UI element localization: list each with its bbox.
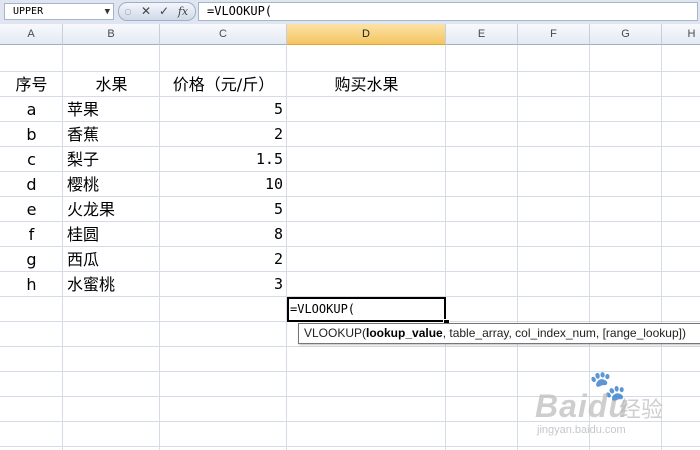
cell-fruit[interactable]: 苹果 <box>63 97 160 121</box>
formula-input[interactable]: =VLOOKUP( <box>198 2 698 21</box>
cell-seq[interactable]: h <box>0 272 63 296</box>
column-header-e[interactable]: E <box>446 24 518 45</box>
column-header-g[interactable]: G <box>590 24 662 45</box>
cell-fruit[interactable]: 西瓜 <box>63 247 160 271</box>
tooltip-current-arg[interactable]: lookup_value <box>366 326 443 340</box>
watermark: 🐾 Baidu 经验 jingyan.baidu.com <box>535 372 695 442</box>
cell-price[interactable]: 3 <box>160 272 287 296</box>
cell-fruit[interactable]: 香蕉 <box>63 122 160 146</box>
cell-fruit[interactable]: 火龙果 <box>63 197 160 221</box>
cell-seq[interactable]: e <box>0 197 63 221</box>
cell-price[interactable]: 2 <box>160 122 287 146</box>
cell-seq[interactable]: b <box>0 122 63 146</box>
formula-bar: UPPER ▼ ○ ✕ ✓ fx =VLOOKUP( <box>0 0 700 25</box>
column-header-h[interactable]: H <box>662 24 700 45</box>
cell-seq[interactable]: c <box>0 147 63 171</box>
header-cell-price[interactable]: 价格（元/斤） <box>160 72 287 96</box>
cell-seq[interactable]: f <box>0 222 63 246</box>
cell-fruit[interactable]: 梨子 <box>63 147 160 171</box>
cell-price[interactable]: 1.5 <box>160 147 287 171</box>
cell-fruit[interactable]: 樱桃 <box>63 172 160 196</box>
column-header-f[interactable]: F <box>518 24 590 45</box>
cell-price[interactable]: 5 <box>160 197 287 221</box>
grip-icon: ○ <box>124 7 132 16</box>
name-box[interactable]: UPPER ▼ <box>4 3 114 20</box>
grid-hline <box>0 446 700 447</box>
cell-seq[interactable]: d <box>0 172 63 196</box>
column-header-b[interactable]: B <box>63 24 160 45</box>
cell-price[interactable]: 2 <box>160 247 287 271</box>
grid-vline <box>517 45 518 450</box>
cell-price[interactable]: 10 <box>160 172 287 196</box>
cell-fruit[interactable]: 桂圆 <box>63 222 160 246</box>
chevron-down-icon[interactable]: ▼ <box>105 5 110 20</box>
column-header-a[interactable]: A <box>0 24 63 45</box>
function-tooltip: VLOOKUP(lookup_value, table_array, col_i… <box>298 323 700 344</box>
watermark-brand: Baidu <box>535 388 629 424</box>
active-cell-editor[interactable]: =VLOOKUP( <box>287 297 446 322</box>
cell-price[interactable]: 8 <box>160 222 287 246</box>
name-box-value: UPPER <box>13 6 44 17</box>
grid-hline <box>0 346 700 347</box>
cell-seq[interactable]: g <box>0 247 63 271</box>
tooltip-rest-args: , table_array, col_index_num, [range_loo… <box>442 326 686 340</box>
fx-icon[interactable]: fx <box>174 3 192 20</box>
header-cell-fruit[interactable]: 水果 <box>63 72 160 96</box>
grid-vline <box>445 45 446 450</box>
header-cell-seq[interactable]: 序号 <box>0 72 63 96</box>
watermark-suffix: 经验 <box>619 398 664 423</box>
column-header-c[interactable]: C <box>160 24 287 45</box>
formula-controls: ○ ✕ ✓ fx <box>118 2 196 21</box>
header-cell-buy[interactable]: 购买水果 <box>287 72 446 96</box>
cancel-x-icon[interactable]: ✕ <box>138 3 154 20</box>
spreadsheet-window: UPPER ▼ ○ ✕ ✓ fx =VLOOKUP( ABCDEFGH 序号 水果… <box>0 0 700 450</box>
cell-seq[interactable]: a <box>0 97 63 121</box>
cell-price[interactable]: 5 <box>160 97 287 121</box>
cell-fruit[interactable]: 水蜜桃 <box>63 272 160 296</box>
column-header-d[interactable]: D <box>287 24 446 45</box>
tooltip-function[interactable]: VLOOKUP( <box>304 326 366 340</box>
checkmark-icon[interactable]: ✓ <box>156 3 172 20</box>
watermark-url: jingyan.baidu.com <box>537 424 626 436</box>
